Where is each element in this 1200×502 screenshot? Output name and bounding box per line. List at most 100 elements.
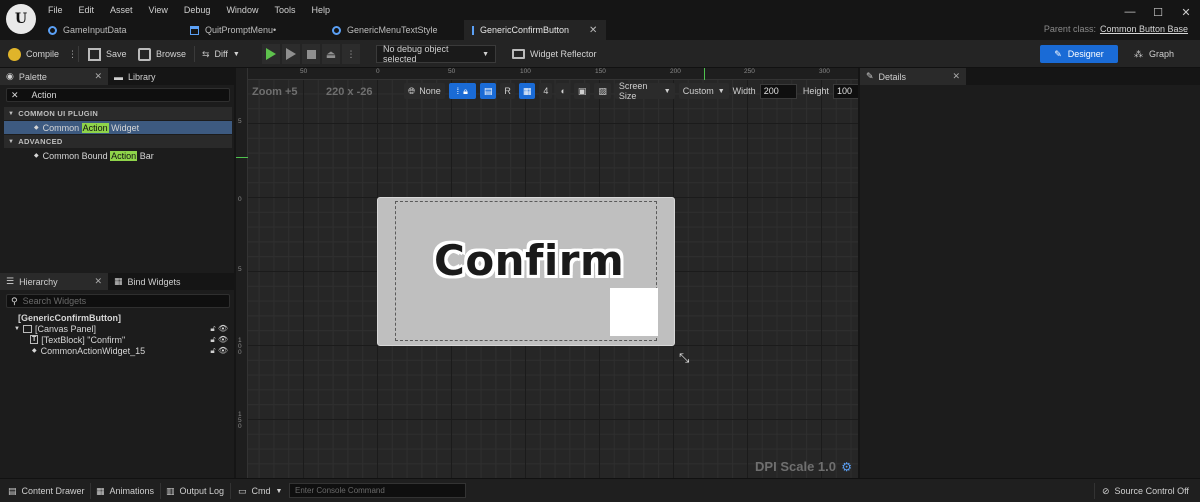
- data-asset-icon: [48, 25, 57, 35]
- graph-label: Graph: [1149, 49, 1175, 59]
- outline-icon: ◐: [560, 86, 566, 96]
- tree-root[interactable]: [GenericConfirmButton]: [4, 312, 232, 323]
- graph-mode-button[interactable]: ⁂ Graph: [1134, 45, 1174, 63]
- diff-button[interactable]: ⇆ Diff ▼: [202, 45, 240, 63]
- grid-snap-value[interactable]: 4: [539, 83, 553, 99]
- close-window-icon[interactable]: ✕: [1172, 0, 1200, 24]
- play-options-button[interactable]: ⋮: [342, 44, 360, 64]
- widget-preview[interactable]: Confirm: [377, 197, 675, 346]
- unreal-logo-icon[interactable]: U: [6, 4, 36, 34]
- close-icon[interactable]: ✕: [94, 71, 102, 82]
- tab-generic-confirm-button[interactable]: GenericConfirmButton ✕: [464, 20, 606, 40]
- screen-size-select[interactable]: Screen Size ▼: [614, 81, 675, 101]
- width-input[interactable]: 200: [759, 83, 797, 99]
- region-button[interactable]: R: [500, 83, 515, 99]
- ruler-tick: 0: [376, 68, 380, 75]
- widget-icon: ◆: [32, 348, 37, 354]
- output-log-label: Output Log: [179, 486, 225, 496]
- more-options-icon[interactable]: ⋮: [68, 49, 77, 60]
- common-action-widget-preview[interactable]: [610, 288, 658, 336]
- background-image-toggle[interactable]: ▣: [573, 83, 591, 99]
- menu-help[interactable]: Help: [303, 3, 338, 17]
- more-options-icon: ⋮: [346, 48, 356, 59]
- transform-mode-toggle[interactable]: ⁞ 🔒︎: [448, 83, 476, 99]
- designer-canvas[interactable]: 50 0 50 100 150 200 250 300 5 0 5 1 0 0 …: [236, 68, 858, 478]
- ruler-tick: 250: [744, 68, 755, 75]
- tree-root-label: [GenericConfirmButton]: [18, 312, 121, 323]
- tab-bind-widgets[interactable]: ▦ Bind Widgets: [108, 273, 187, 290]
- bind-widgets-icon: ▦: [114, 276, 123, 286]
- lock-visibility-icons[interactable]: 🔓︎ 👁︎: [210, 346, 228, 356]
- outline-toggle[interactable]: ◐: [556, 83, 570, 99]
- step-button[interactable]: [282, 44, 300, 64]
- tab-library[interactable]: ▬ Library: [108, 68, 162, 85]
- close-icon[interactable]: ✕: [952, 71, 960, 82]
- safe-zone-toggle[interactable]: ▨: [594, 83, 611, 99]
- tab-palette[interactable]: ◉ Palette ✕: [0, 68, 108, 85]
- tab-quit-prompt-menu[interactable]: QuitPromptMenu•: [182, 20, 324, 40]
- animations-button[interactable]: ▦ Animations: [96, 483, 154, 499]
- menu-asset[interactable]: Asset: [102, 3, 141, 17]
- confirm-text-block[interactable]: Confirm: [434, 236, 624, 285]
- respect-locks-toggle[interactable]: ▤: [479, 83, 497, 99]
- debug-object-select[interactable]: No debug object selected ▼: [376, 44, 496, 64]
- palette-search-input[interactable]: ✕ Action: [6, 88, 230, 102]
- lock-visibility-icons[interactable]: 🔓︎ 👁︎: [210, 324, 228, 334]
- menu-view[interactable]: View: [141, 3, 176, 17]
- palette-item-common-action-widget[interactable]: ◆ Common Action Widget: [4, 121, 232, 134]
- hierarchy-search-input[interactable]: ⚲ Search Widgets: [6, 294, 230, 308]
- widget-reflector-button[interactable]: Widget Reflector: [512, 45, 597, 63]
- output-log-button[interactable]: ▥ Output Log: [166, 483, 224, 499]
- tab-game-input-data[interactable]: GameInputData: [40, 20, 182, 40]
- hierarchy-tab-label: Hierarchy: [19, 276, 58, 287]
- play-button[interactable]: [262, 44, 280, 64]
- localization-preview-button[interactable]: 🌐︎ None: [404, 83, 445, 99]
- menu-window[interactable]: Window: [218, 3, 266, 17]
- tree-item-textblock[interactable]: T [TextBlock] "Confirm" 🔓︎ 👁︎: [4, 334, 232, 345]
- ruler-marker: [704, 68, 705, 80]
- close-icon[interactable]: ✕: [589, 25, 597, 36]
- height-input[interactable]: 100: [832, 83, 858, 99]
- palette-search-value: Action: [31, 90, 57, 100]
- tab-label: GenericMenuTextStyle: [347, 25, 438, 35]
- maximize-icon[interactable]: ☐: [1144, 0, 1172, 24]
- tab-generic-menu-text-style[interactable]: GenericMenuTextStyle: [324, 20, 464, 40]
- resize-handle-icon[interactable]: ⤡: [679, 350, 689, 366]
- tab-hierarchy[interactable]: ☰ Hierarchy ✕: [0, 273, 108, 290]
- category-common-ui-plugin[interactable]: ▼ COMMON UI PLUGIN: [4, 107, 232, 120]
- eject-button[interactable]: ⏏: [322, 44, 340, 64]
- designer-mode-button[interactable]: ✎ Designer: [1040, 45, 1118, 63]
- bind-widgets-tab-label: Bind Widgets: [127, 276, 181, 287]
- menu-file[interactable]: File: [40, 3, 71, 17]
- source-control-button[interactable]: ⊘ Source Control Off: [1102, 483, 1189, 499]
- lock-visibility-icons[interactable]: 🔓︎ 👁︎: [210, 335, 228, 345]
- grid-snap-toggle[interactable]: ▦: [518, 83, 536, 99]
- chevron-down-icon: ▼: [717, 87, 725, 95]
- clear-search-icon[interactable]: ✕: [11, 90, 19, 101]
- save-button[interactable]: Save: [88, 45, 127, 63]
- palette-item-common-bound-action-bar[interactable]: ◆ Common Bound Action Bar: [4, 149, 232, 162]
- tree-item-common-action-widget[interactable]: ◆ CommonActionWidget_15 🔓︎ 👁︎: [4, 345, 232, 356]
- stop-button[interactable]: [302, 44, 320, 64]
- ruler-tick: 200: [670, 68, 681, 75]
- tree-item-canvas-panel[interactable]: ▼ [Canvas Panel] 🔓︎ 👁︎: [4, 323, 232, 334]
- browse-button[interactable]: Browse: [138, 45, 186, 63]
- gear-icon[interactable]: ⚙: [841, 460, 852, 474]
- compile-button[interactable]: Compile ⋮: [8, 45, 77, 63]
- menu-edit[interactable]: Edit: [71, 3, 103, 17]
- compile-label: Compile: [26, 49, 60, 59]
- cmd-select[interactable]: ▭ Cmd ▼: [238, 483, 282, 499]
- menu-debug[interactable]: Debug: [176, 3, 219, 17]
- close-icon[interactable]: ✕: [94, 276, 102, 287]
- grid-dots-icon: ⁞: [456, 86, 460, 96]
- fill-mode-select[interactable]: Custom ▼: [678, 83, 729, 99]
- menu-tools[interactable]: Tools: [266, 3, 303, 17]
- console-command-input[interactable]: Enter Console Command: [289, 483, 466, 498]
- content-drawer-button[interactable]: ▤ Content Drawer: [8, 483, 85, 499]
- status-separator: [160, 483, 161, 499]
- minimize-icon[interactable]: —: [1116, 0, 1144, 24]
- ruler-tick: 5: [238, 266, 242, 273]
- tab-details[interactable]: ✎ Details ✕: [860, 68, 966, 85]
- category-advanced[interactable]: ▼ ADVANCED: [4, 135, 232, 148]
- parent-class-link[interactable]: Common Button Base: [1100, 24, 1188, 34]
